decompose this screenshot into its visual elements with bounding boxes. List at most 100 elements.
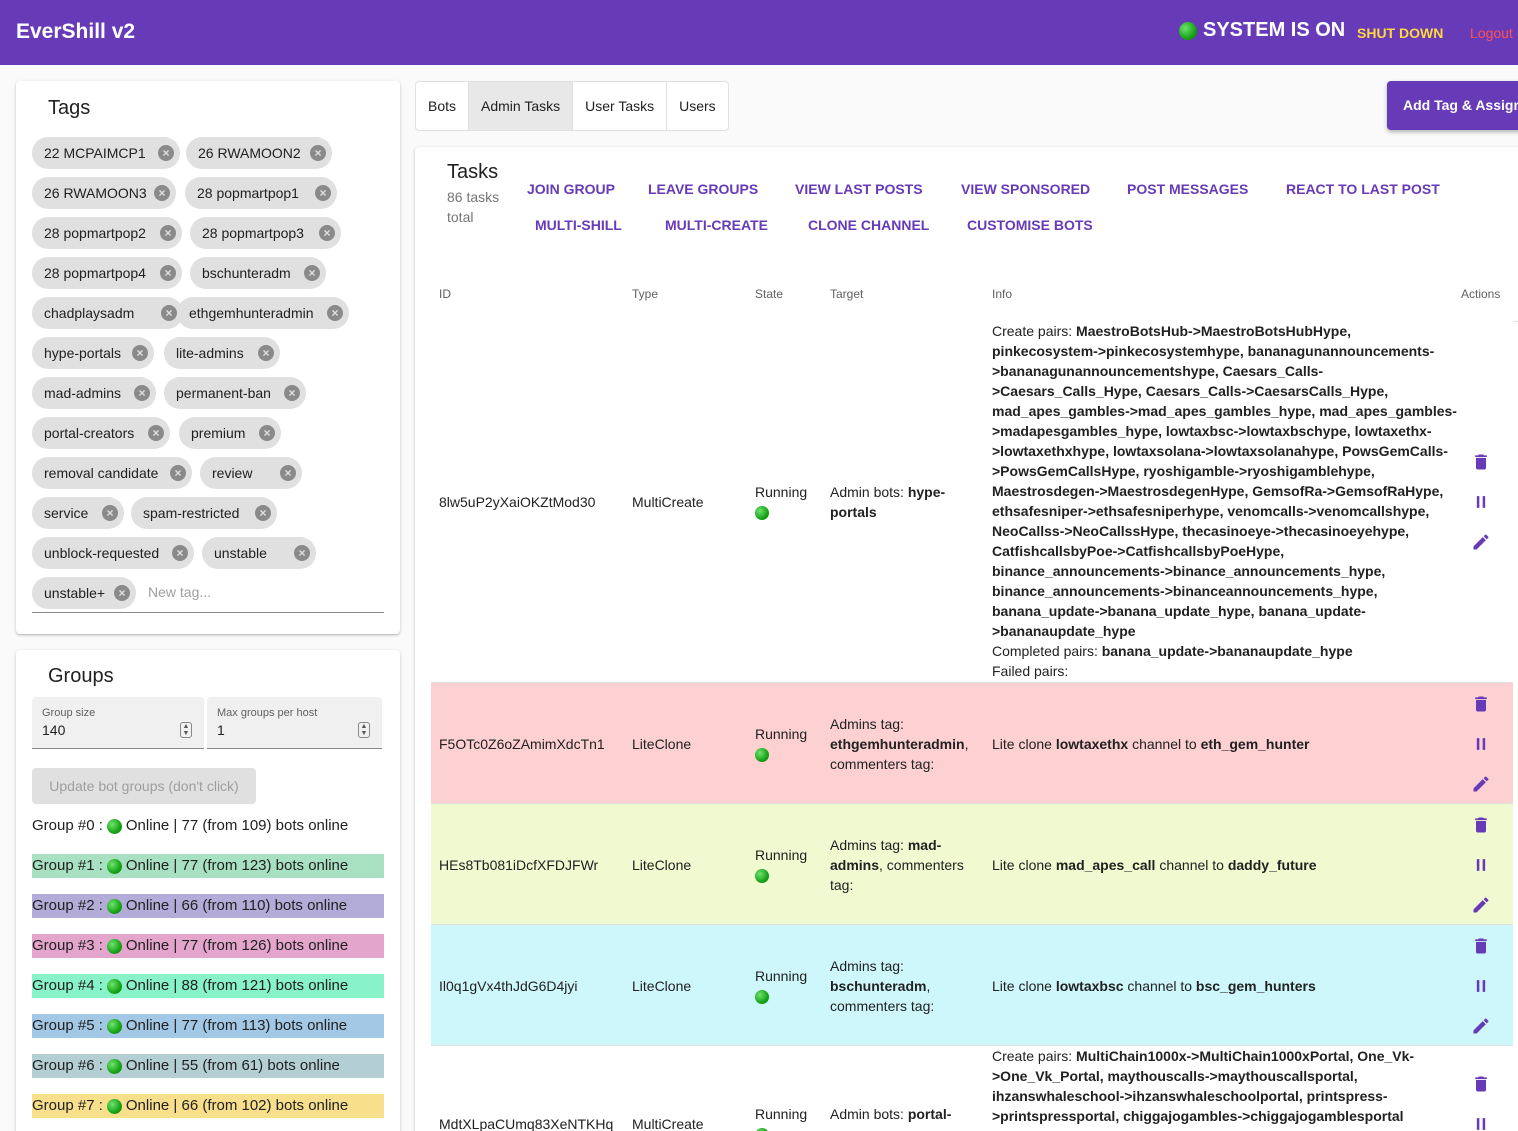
tag-chip-label: 28 popmartpop4 bbox=[44, 265, 146, 281]
action-leave-groups[interactable]: LEAVE GROUPS bbox=[648, 181, 758, 197]
remove-tag-icon[interactable]: × bbox=[172, 545, 188, 561]
remove-tag-icon[interactable]: × bbox=[161, 305, 177, 321]
remove-tag-icon[interactable]: × bbox=[160, 225, 176, 241]
info-label: Create pairs: bbox=[992, 323, 1077, 339]
remove-tag-icon[interactable]: × bbox=[310, 145, 326, 161]
group-size-field[interactable]: Group size 140 ▲ ▼ bbox=[32, 697, 204, 749]
info-value: Maestrosdegen->MaestrosdegenHype, Gemsof… bbox=[992, 483, 1444, 499]
info-value: pinkecosystem->pinkecosystemhype, banana… bbox=[992, 343, 1435, 359]
delete-icon[interactable] bbox=[1471, 693, 1491, 715]
edit-icon[interactable] bbox=[1471, 1015, 1491, 1037]
remove-tag-icon[interactable]: × bbox=[114, 585, 130, 601]
remove-tag-icon[interactable]: × bbox=[284, 385, 300, 401]
tag-chip[interactable]: unblock-requested × bbox=[32, 537, 194, 569]
logout-button[interactable]: Logout bbox=[1470, 25, 1513, 41]
tab-bots[interactable]: Bots bbox=[416, 82, 470, 130]
tag-chip[interactable]: ethgemhunteradmin × bbox=[177, 297, 349, 329]
remove-tag-icon[interactable]: × bbox=[170, 465, 186, 481]
remove-tag-icon[interactable]: × bbox=[160, 265, 176, 281]
pause-icon[interactable] bbox=[1471, 491, 1491, 513]
info-value: >Caesars_Calls_Hype, Caesars_Calls->Caes… bbox=[992, 383, 1389, 399]
tag-chip[interactable]: unstable+ × bbox=[32, 577, 136, 609]
remove-tag-icon[interactable]: × bbox=[158, 145, 174, 161]
tag-chip[interactable]: service × bbox=[32, 497, 124, 529]
delete-icon[interactable] bbox=[1471, 814, 1491, 836]
status-running-icon bbox=[755, 990, 769, 1004]
tag-chip[interactable]: 28 popmartpop3 × bbox=[190, 217, 341, 249]
action-multi-shill[interactable]: MULTI-SHILL bbox=[535, 217, 622, 233]
remove-tag-icon[interactable]: × bbox=[327, 305, 343, 321]
stepper-icon[interactable]: ▲ ▼ bbox=[180, 722, 192, 738]
stepper-icon[interactable]: ▲ ▼ bbox=[358, 722, 370, 738]
remove-tag-icon[interactable]: × bbox=[154, 185, 170, 201]
remove-tag-icon[interactable]: × bbox=[315, 185, 331, 201]
table-row: 8lw5uP2yXaiOKZtMod30 MultiCreate Running Ad… bbox=[431, 321, 1513, 683]
tag-chip[interactable]: portal-creators × bbox=[32, 417, 170, 449]
info-value: >madapesgambles_hype, lowtaxbsc->lowtaxb… bbox=[992, 423, 1432, 439]
pause-icon[interactable] bbox=[1471, 854, 1491, 876]
remove-tag-icon[interactable]: × bbox=[259, 425, 275, 441]
shutdown-button[interactable]: SHUT DOWN bbox=[1357, 25, 1443, 41]
pause-icon[interactable] bbox=[1471, 975, 1491, 997]
info-line: Create pairs: MultiChain1000x->MultiChai… bbox=[992, 1046, 1462, 1066]
remove-tag-icon[interactable]: × bbox=[102, 505, 118, 521]
edit-icon[interactable] bbox=[1471, 894, 1491, 916]
tag-chip[interactable]: chadplaysadm × bbox=[32, 297, 183, 329]
edit-icon[interactable] bbox=[1471, 773, 1491, 795]
remove-tag-icon[interactable]: × bbox=[148, 425, 164, 441]
tag-chip[interactable]: spam-restricted × bbox=[131, 497, 277, 529]
remove-tag-icon[interactable]: × bbox=[294, 545, 310, 561]
tag-chip[interactable]: 22 MCPAIMCP1 × bbox=[32, 137, 180, 169]
tag-chip[interactable]: 28 popmartpop4 × bbox=[32, 257, 182, 289]
action-view-sponsored[interactable]: VIEW SPONSORED bbox=[961, 181, 1090, 197]
table-row: F5OTc0Z6oZAmimXdcTn1 LiteClone Running Admi… bbox=[431, 683, 1513, 804]
remove-tag-icon[interactable]: × bbox=[132, 345, 148, 361]
task-target: Admin bots: portal- bbox=[830, 1104, 965, 1124]
tab-users[interactable]: Users bbox=[667, 82, 728, 130]
remove-tag-icon[interactable]: × bbox=[134, 385, 150, 401]
remove-tag-icon[interactable]: × bbox=[255, 505, 271, 521]
pause-icon[interactable] bbox=[1471, 733, 1491, 755]
add-tag-assign-button[interactable]: Add Tag & Assign bbox=[1387, 81, 1518, 130]
delete-icon[interactable] bbox=[1471, 451, 1491, 473]
tag-chip[interactable]: mad-admins × bbox=[32, 377, 156, 409]
action-clone-channel[interactable]: CLONE CHANNEL bbox=[808, 217, 929, 233]
max-groups-field[interactable]: Max groups per host 1 ▲ ▼ bbox=[207, 697, 382, 749]
tag-chip[interactable]: premium × bbox=[179, 417, 281, 449]
tab-admin-tasks[interactable]: Admin Tasks bbox=[469, 82, 574, 130]
delete-icon[interactable] bbox=[1471, 1073, 1491, 1095]
group-status-row: Group #5 : Online | 77 (from 113) bots on… bbox=[32, 1014, 384, 1038]
update-bot-groups-button[interactable]: Update bot groups (don't click) bbox=[32, 768, 256, 804]
tab-user-tasks[interactable]: User Tasks bbox=[573, 82, 668, 130]
tag-chip[interactable]: lite-admins × bbox=[164, 337, 280, 369]
action-customise-bots[interactable]: CUSTOMISE BOTS bbox=[967, 217, 1093, 233]
tag-chip[interactable]: 28 popmartpop1 × bbox=[185, 177, 337, 209]
remove-tag-icon[interactable]: × bbox=[280, 465, 296, 481]
remove-tag-icon[interactable]: × bbox=[319, 225, 335, 241]
tag-chip[interactable]: bschunteradm × bbox=[190, 257, 326, 289]
remove-tag-icon[interactable]: × bbox=[304, 265, 320, 281]
info-value: >bananaupdate_hype bbox=[992, 623, 1136, 639]
action-react-to-last-post[interactable]: REACT TO LAST POST bbox=[1286, 181, 1440, 197]
action-multi-create[interactable]: MULTI-CREATE bbox=[665, 217, 768, 233]
tag-chip[interactable]: 26 RWAMOON3 × bbox=[32, 177, 176, 209]
tag-chip[interactable]: 28 popmartpop2 × bbox=[32, 217, 182, 249]
pause-icon[interactable] bbox=[1471, 1113, 1491, 1131]
delete-icon[interactable] bbox=[1471, 935, 1491, 957]
tag-chip[interactable]: hype-portals × bbox=[32, 337, 154, 369]
remove-tag-icon[interactable]: × bbox=[258, 345, 274, 361]
tag-chip[interactable]: unstable × bbox=[202, 537, 316, 569]
action-post-messages[interactable]: POST MESSAGES bbox=[1127, 181, 1248, 197]
group-status-text: Online | 77 (from 113) bots online bbox=[125, 1017, 348, 1034]
tag-chip[interactable]: permanent-ban × bbox=[164, 377, 306, 409]
edit-icon[interactable] bbox=[1471, 531, 1491, 553]
info-value: >PowsGemCallsHype, ryoshigamble->ryoshig… bbox=[992, 463, 1375, 479]
action-join-group[interactable]: JOIN GROUP bbox=[527, 181, 615, 197]
new-tag-input[interactable]: New tag... bbox=[148, 584, 211, 600]
action-view-last-posts[interactable]: VIEW LAST POSTS bbox=[795, 181, 923, 197]
tag-chip[interactable]: 26 RWAMOON2 × bbox=[186, 137, 332, 169]
tag-chip[interactable]: review × bbox=[200, 457, 302, 489]
tag-chip[interactable]: removal candidate × bbox=[32, 457, 192, 489]
info-label: , bbox=[964, 736, 969, 752]
task-type: MultiCreate bbox=[632, 1116, 704, 1131]
